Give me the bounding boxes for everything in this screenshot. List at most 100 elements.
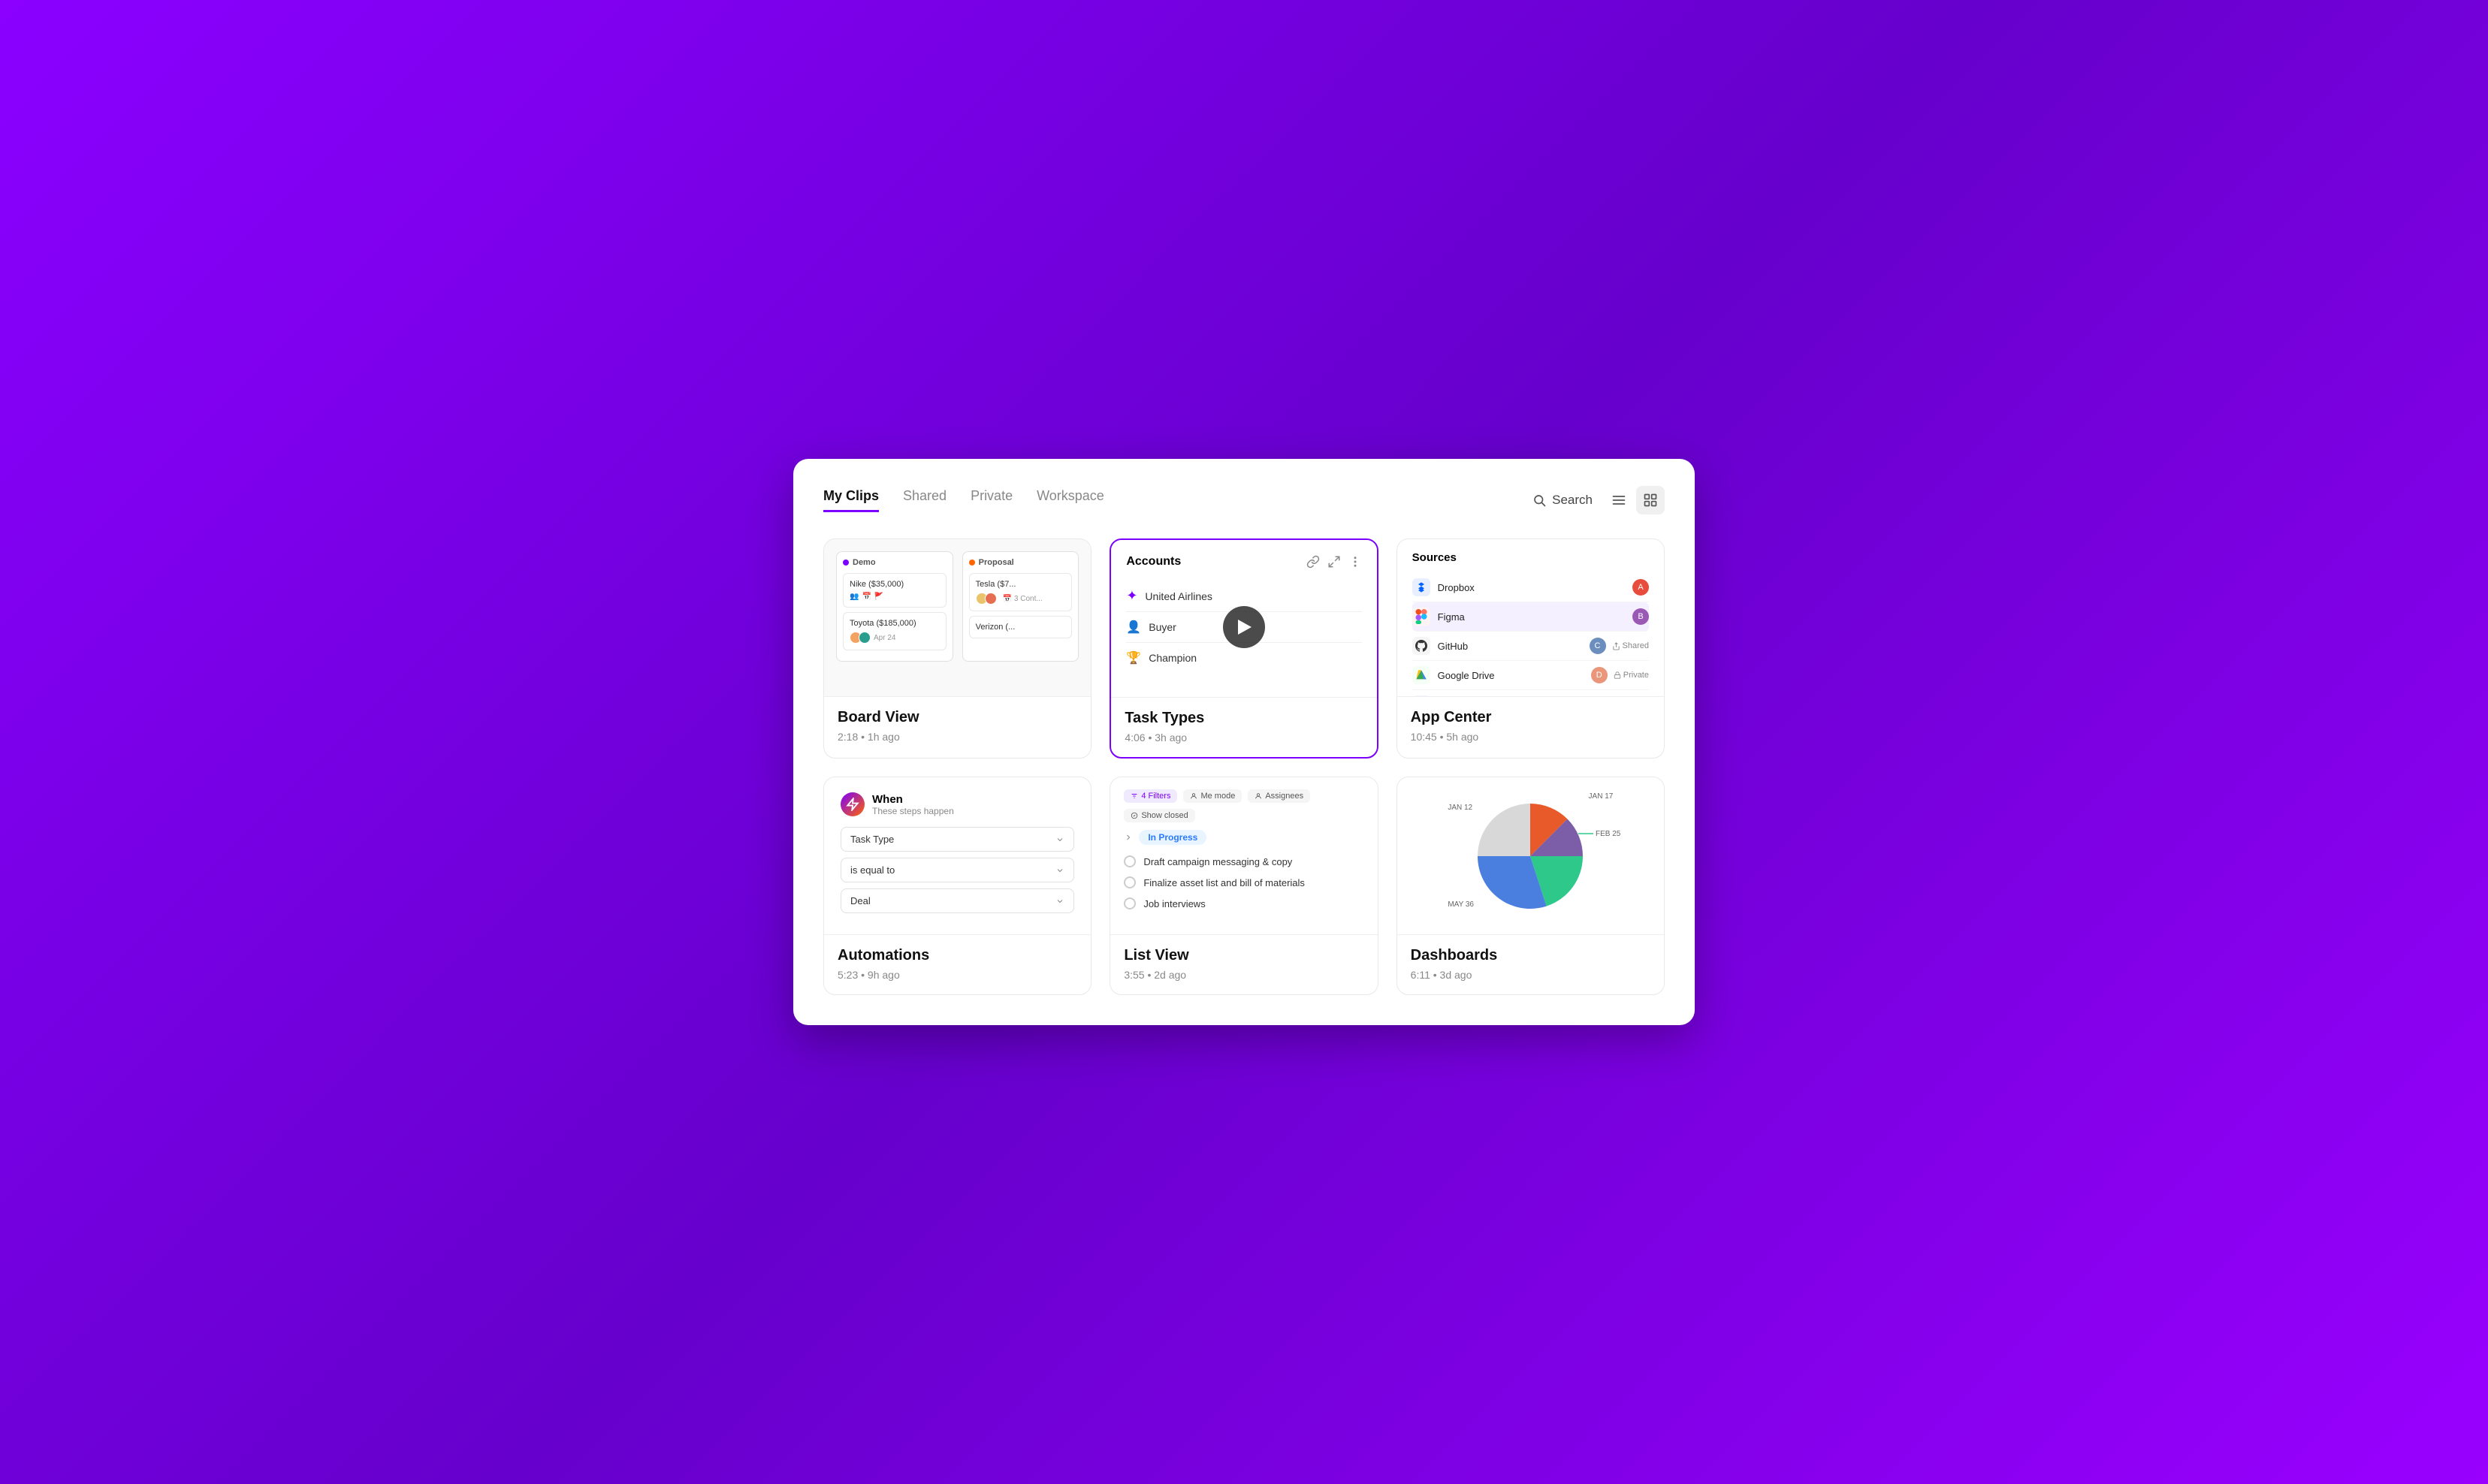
task-preview-title: Accounts: [1126, 555, 1181, 569]
header: My Clips Shared Private Workspace Search: [823, 486, 1665, 514]
card-preview-task: Accounts: [1111, 540, 1376, 698]
board-card-verizon-title: Verizon (...: [976, 623, 1066, 632]
app-preview-title: Sources: [1412, 551, 1649, 564]
gdrive-logo: [1412, 666, 1430, 684]
task-circle-1: [1124, 855, 1136, 867]
task-circle-3: [1124, 897, 1136, 909]
dropbox-avatar: A: [1632, 579, 1649, 596]
list-task-2: Finalize asset list and bill of material…: [1124, 872, 1363, 893]
tab-shared[interactable]: Shared: [903, 488, 947, 512]
source-row-figma: Figma B: [1412, 602, 1649, 632]
auto-when-label: When: [872, 793, 954, 806]
card-info-board: Board View 2:18 • 1h ago: [824, 697, 1091, 756]
board-card-nike-title: Nike ($35,000): [850, 580, 940, 589]
card-info-task: Task Types 4:06 • 3h ago: [1111, 698, 1376, 757]
list-task-1-label: Draft campaign messaging & copy: [1143, 856, 1292, 867]
pie-label-jan17: JAN 17: [1589, 792, 1614, 801]
slack-avatar: E: [1618, 696, 1635, 697]
card-preview-auto: When These steps happen Task Type is equ…: [824, 777, 1091, 935]
search-icon: [1532, 493, 1546, 507]
card-info-auto: Automations 5:23 • 9h ago: [824, 935, 1091, 994]
play-button[interactable]: [1223, 606, 1265, 648]
expand-icon: [1327, 555, 1341, 569]
card-meta-dash: 6:11 • 3d ago: [1411, 969, 1650, 981]
board-col-proposal: Proposal Tesla ($7... 📅 3 Cont...: [962, 551, 1079, 662]
task-item-label: United Airlines: [1145, 590, 1212, 602]
dropbox-logo: [1412, 578, 1430, 596]
card-title-task: Task Types: [1125, 710, 1363, 727]
github-tag: Shared: [1612, 641, 1649, 650]
more-icon: [1348, 555, 1362, 569]
list-view-button[interactable]: [1605, 486, 1633, 514]
pie-label-may36: MAY 36: [1448, 900, 1474, 909]
app-container: My Clips Shared Private Workspace Search: [793, 459, 1695, 1025]
board-col-demo-label: Demo: [853, 558, 876, 567]
grid-view-button[interactable]: [1636, 486, 1665, 514]
grid-icon: [1643, 493, 1658, 508]
tab-workspace[interactable]: Workspace: [1037, 488, 1104, 512]
auto-field-deal: Deal: [841, 888, 1074, 913]
card-title-board: Board View: [838, 709, 1077, 726]
auto-field-equal: is equal to: [841, 858, 1074, 882]
clips-grid: Demo Nike ($35,000) 👥 📅 🚩 Toyota ($185,: [823, 538, 1665, 995]
source-row-github: GitHub C Shared: [1412, 632, 1649, 661]
pie-label-feb25: FEB 25: [1578, 830, 1620, 838]
card-dashboards[interactable]: JAN 17 FEB 25 JAN 12 MAY 36 Dashboards 6…: [1396, 777, 1665, 995]
card-board-view[interactable]: Demo Nike ($35,000) 👥 📅 🚩 Toyota ($185,: [823, 538, 1092, 759]
tab-private[interactable]: Private: [971, 488, 1013, 512]
board-col-demo: Demo Nike ($35,000) 👥 📅 🚩 Toyota ($185,: [836, 551, 953, 662]
card-info-list: List View 3:55 • 2d ago: [1110, 935, 1377, 994]
card-meta-auto: 5:23 • 9h ago: [838, 969, 1077, 981]
list-task-1: Draft campaign messaging & copy: [1124, 851, 1363, 872]
board-col-proposal-label: Proposal: [979, 558, 1014, 567]
list-filters: 4 Filters Me mode Assignees Show cl: [1124, 789, 1363, 822]
source-row-dropbox: Dropbox A: [1412, 573, 1649, 602]
board-card-toyota-title: Toyota ($185,000): [850, 619, 940, 628]
list-task-3: Job interviews: [1124, 893, 1363, 914]
source-name-dropbox: Dropbox: [1438, 582, 1632, 593]
filter-chip-assignees: Assignees: [1248, 789, 1310, 803]
github-logo: [1412, 637, 1430, 655]
source-name-gdrive: Google Drive: [1438, 670, 1591, 681]
tab-my-clips[interactable]: My Clips: [823, 488, 879, 512]
card-preview-board: Demo Nike ($35,000) 👥 📅 🚩 Toyota ($185,: [824, 539, 1091, 697]
card-meta-task: 4:06 • 3h ago: [1125, 731, 1363, 744]
auto-field-task-type-label: Task Type: [850, 834, 894, 845]
source-name-github: GitHub: [1438, 641, 1590, 652]
list-task-2-label: Finalize asset list and bill of material…: [1143, 877, 1305, 888]
board-card-toyota: Toyota ($185,000) Apr 24: [843, 612, 947, 650]
card-title-dash: Dashboards: [1411, 947, 1650, 964]
board-card-verizon: Verizon (...: [969, 616, 1073, 638]
pie-label-jan12: JAN 12: [1448, 804, 1472, 812]
card-meta-app: 10:45 • 5h ago: [1411, 731, 1650, 743]
auto-field-task-type: Task Type: [841, 827, 1074, 852]
view-toggle: [1605, 486, 1665, 514]
search-label: Search: [1552, 493, 1593, 508]
source-row-gdrive: Google Drive D Private: [1412, 661, 1649, 690]
in-progress-badge: In Progress: [1139, 830, 1206, 845]
card-title-list: List View: [1124, 947, 1363, 964]
link-icon: [1306, 555, 1320, 569]
card-list-view[interactable]: 4 Filters Me mode Assignees Show cl: [1110, 777, 1378, 995]
card-app-center[interactable]: Sources Dropbox A: [1396, 538, 1665, 759]
card-info-app: App Center 10:45 • 5h ago: [1397, 697, 1664, 756]
board-card-tesla: Tesla ($7... 📅 3 Cont...: [969, 573, 1073, 611]
in-progress-section: In Progress: [1124, 830, 1363, 845]
tabs: My Clips Shared Private Workspace: [823, 488, 1104, 512]
card-title-app: App Center: [1411, 709, 1650, 726]
auto-logo: [841, 792, 865, 816]
card-title-auto: Automations: [838, 947, 1077, 964]
slack-logo: [1412, 695, 1430, 697]
card-meta-board: 2:18 • 1h ago: [838, 731, 1077, 743]
figma-logo: [1412, 608, 1430, 626]
task-item-buyer: 👤 Buyer: [1126, 612, 1361, 643]
gdrive-tag: Private: [1614, 671, 1649, 680]
auto-sub-label: These steps happen: [872, 806, 954, 816]
gdrive-avatar: D: [1591, 667, 1608, 683]
header-right: Search: [1532, 486, 1665, 514]
search-button[interactable]: Search: [1532, 493, 1593, 508]
card-preview-app: Sources Dropbox A: [1397, 539, 1664, 697]
card-task-types[interactable]: Accounts: [1110, 538, 1378, 759]
pie-chart: [1470, 796, 1590, 916]
card-automations[interactable]: When These steps happen Task Type is equ…: [823, 777, 1092, 995]
